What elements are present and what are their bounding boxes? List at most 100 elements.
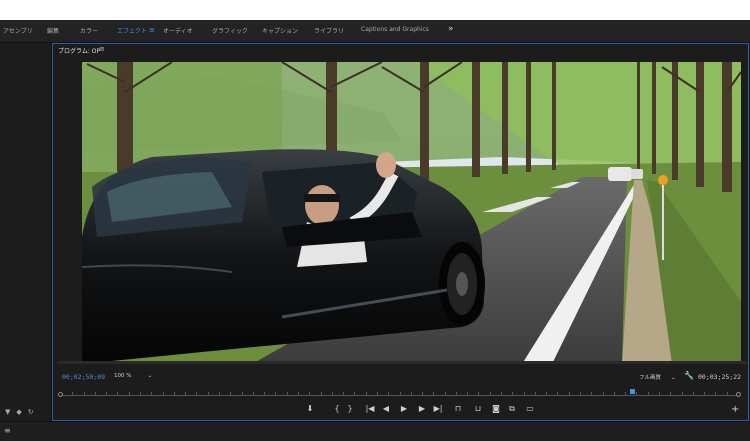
playback-resolution-label: フル画質 <box>639 375 662 381</box>
workspace-tab-captions-and-graphics[interactable]: Captions and Graphics <box>361 26 429 33</box>
left-panel <box>0 43 52 421</box>
left-tool-icons: ▼ ◆ ↻ <box>5 408 40 416</box>
ruler-tick <box>591 392 593 395</box>
ruler-tick <box>636 392 638 395</box>
ruler-tick <box>715 392 717 395</box>
ruler-tick <box>613 392 615 395</box>
ruler-tick <box>467 392 469 395</box>
ruler-tick <box>343 392 345 395</box>
video-frame <box>82 62 741 364</box>
ruler-tick <box>218 392 220 395</box>
marker-icon[interactable]: ◆ <box>16 408 21 416</box>
ruler-tick <box>286 392 288 395</box>
ruler-tick <box>602 392 604 395</box>
ruler-tick <box>557 392 559 395</box>
ruler-tick <box>354 392 356 395</box>
add-marker-button[interactable]: ⬇ <box>303 403 317 415</box>
workspace-bar: アセンブリ 編集 カラー エフェクト ≡ オーディオ グラフィック キャプション… <box>0 20 750 43</box>
ruler-tick <box>422 392 424 395</box>
ruler-tick <box>523 392 525 395</box>
ruler-tick <box>433 392 435 395</box>
add-button-icon[interactable]: + <box>731 404 739 415</box>
workspace-tab-captions[interactable]: キャプション <box>262 26 298 35</box>
playhead[interactable] <box>630 389 635 394</box>
go-to-in-button[interactable]: |◀ <box>363 403 377 415</box>
program-monitor-panel: プログラム: OP ≡ 00;02;50;09 100 % ⌄ フル画質 ⌄ 🔧… <box>52 43 749 421</box>
duration-timecode: 00;03;25;22 <box>698 373 742 381</box>
play-button[interactable]: ▶ <box>397 403 411 415</box>
loop-icon[interactable]: ↻ <box>28 408 34 416</box>
playback-resolution-select[interactable]: フル画質 ⌄ <box>639 373 676 381</box>
ruler-tick <box>692 392 694 395</box>
go-to-out-button[interactable]: ▶| <box>431 403 445 415</box>
ruler-tick <box>128 392 130 395</box>
ruler-tick <box>580 392 582 395</box>
lift-button[interactable]: ⊓ <box>451 403 465 415</box>
ruler-tick <box>331 392 333 395</box>
hamburger-icon[interactable]: ≡ <box>4 426 11 435</box>
ruler-tick <box>297 392 299 395</box>
step-forward-button[interactable]: ▶ <box>415 403 429 415</box>
workspace-tab-audio[interactable]: オーディオ <box>163 26 193 35</box>
video-scrub-track[interactable] <box>57 361 747 364</box>
ruler-tick <box>647 392 649 395</box>
program-monitor-tab[interactable]: プログラム: OP <box>58 46 100 55</box>
ruler-tick <box>207 392 209 395</box>
bottom-status-strip <box>0 421 750 441</box>
ruler-tick <box>365 392 367 395</box>
ruler-tick <box>478 392 480 395</box>
safe-margins-button[interactable]: ▭ <box>523 403 537 415</box>
ruler-tick <box>252 392 254 395</box>
ruler-tick <box>444 392 446 395</box>
ruler-tick <box>388 392 390 395</box>
ruler-tick <box>162 392 164 395</box>
ruler-tick <box>399 392 401 395</box>
ruler-tick <box>659 392 661 395</box>
panel-menu-icon[interactable]: ≡ <box>99 45 105 53</box>
step-back-button[interactable]: ◀ <box>379 403 393 415</box>
ruler-tick <box>546 392 548 395</box>
ruler-tick <box>320 392 322 395</box>
ruler-tick <box>512 392 514 395</box>
ruler-tick <box>230 392 232 395</box>
extract-button[interactable]: ⊔ <box>471 403 485 415</box>
ruler-tick <box>455 392 457 395</box>
ruler-tick <box>83 392 85 395</box>
zoom-level-select[interactable]: 100 % ⌄ <box>114 373 152 379</box>
ruler-tick <box>534 392 536 395</box>
ruler-tick <box>309 392 311 395</box>
ruler-tick <box>151 392 153 395</box>
chevron-down-icon: ⌄ <box>671 375 676 381</box>
workspace-tab-editing[interactable]: 編集 <box>47 26 59 35</box>
filter-icon[interactable]: ▼ <box>5 408 10 416</box>
mark-in-button[interactable]: { <box>330 403 344 415</box>
workspace-tab-assembly[interactable]: アセンブリ <box>3 26 33 35</box>
ruler-tick <box>196 392 198 395</box>
ruler-tick <box>625 392 627 395</box>
time-ruler[interactable] <box>58 389 741 397</box>
video-frame-illustration <box>82 62 741 364</box>
current-timecode[interactable]: 00;02;50;09 <box>62 373 105 381</box>
ruler-tick <box>489 392 491 395</box>
hamburger-icon[interactable]: ≡ <box>149 26 155 34</box>
wrench-icon[interactable]: 🔧 <box>684 371 694 380</box>
workspace-tab-effects[interactable]: エフェクト <box>117 26 147 35</box>
export-frame-button[interactable]: ◙ <box>489 403 503 415</box>
workspace-tab-graphics[interactable]: グラフィック <box>212 26 248 35</box>
ruler-tick <box>670 392 672 395</box>
ruler-tick <box>410 392 412 395</box>
ruler-start-handle[interactable] <box>58 392 63 397</box>
ruler-end-handle[interactable] <box>736 392 741 397</box>
mark-out-button[interactable]: } <box>343 403 357 415</box>
browser-top-strip <box>0 0 750 20</box>
ruler-tick <box>501 392 503 395</box>
workspace-overflow-icon[interactable]: » <box>448 24 454 34</box>
ruler-tick <box>681 392 683 395</box>
chevron-down-icon: ⌄ <box>147 373 153 379</box>
ruler-tick <box>106 392 108 395</box>
compare-view-button[interactable]: ⧉ <box>505 403 519 415</box>
workspace-tab-libraries[interactable]: ライブラリ <box>314 26 344 35</box>
workspace-tab-color[interactable]: カラー <box>80 26 98 35</box>
zoom-level-label: 100 % <box>114 373 132 379</box>
ruler-tick <box>704 392 706 395</box>
